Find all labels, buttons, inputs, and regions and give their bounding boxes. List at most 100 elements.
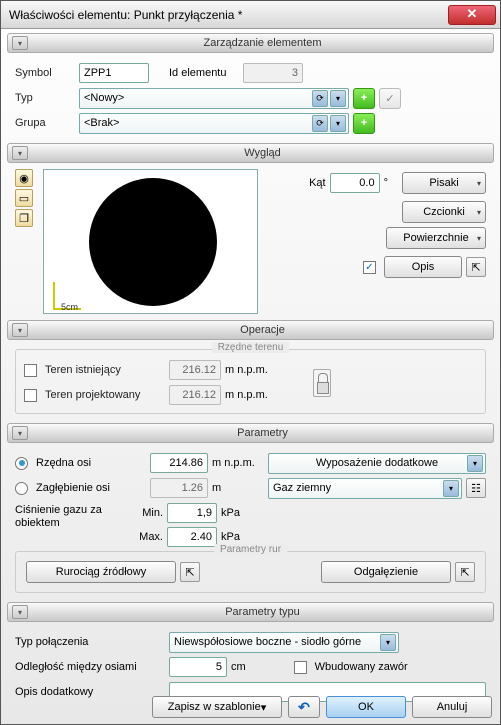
conn-type-value: Niewspółosiowe boczne - siodło górne (174, 636, 361, 648)
section-title-ops: Operacje (32, 324, 493, 336)
pressure-unit: kPa (221, 507, 240, 519)
axis-dist-input[interactable] (169, 657, 227, 677)
group-label: Grupa (15, 117, 75, 129)
collapse-icon[interactable]: ▾ (12, 146, 28, 160)
pipes-legend: Parametry rur (214, 544, 287, 555)
equipment-value: Wyposażenie dodatkowe (273, 457, 481, 469)
lock-icon[interactable] (313, 369, 331, 397)
desc-button[interactable]: Opis (384, 256, 462, 278)
id-label: Id elementu (169, 67, 239, 79)
add-type-button[interactable]: + (353, 88, 375, 109)
terrain-legend: Rzędne terenu (212, 342, 290, 353)
section-params-header[interactable]: ▾ Parametry (7, 423, 494, 443)
preview-panel: 5cm (43, 169, 258, 314)
desc-ext-icon[interactable]: ⇱ (466, 257, 486, 277)
existing-terrain-value (169, 360, 221, 380)
group-value: <Brak> (84, 117, 119, 129)
builtin-valve-checkbox[interactable] (294, 661, 307, 674)
add-group-button[interactable]: + (353, 113, 375, 134)
existing-terrain-label: Teren istniejący (45, 364, 165, 376)
pressure-label: Ciśnienie gazu za obiektem (15, 502, 127, 530)
section-title-params: Parametry (32, 427, 493, 439)
section-ops-header[interactable]: ▾ Operacje (7, 320, 494, 340)
axis-depth-unit: m (212, 482, 264, 494)
desc-checkbox[interactable] (363, 261, 376, 274)
cancel-button[interactable]: Anuluj (412, 696, 492, 718)
pens-button[interactable]: Pisaki▾ (402, 172, 486, 194)
collapse-icon[interactable]: ▾ (12, 36, 28, 50)
axis-ordinate-input[interactable] (150, 453, 208, 473)
dropdown-icon[interactable]: ▾ (467, 455, 483, 472)
axis-depth-input (150, 478, 208, 498)
type-combo[interactable]: <Nowy> ⟳ ▾ (79, 88, 349, 109)
terrain-unit: m n.p.m. (225, 364, 268, 376)
angle-input[interactable] (330, 173, 380, 193)
refresh-icon[interactable]: ⟳ (312, 115, 328, 132)
gas-combo[interactable]: Gaz ziemny ▾ (268, 478, 462, 499)
designed-terrain-checkbox[interactable] (24, 389, 37, 402)
scale-label: 5cm (61, 302, 78, 312)
gas-value: Gaz ziemny (273, 482, 331, 494)
titlebar: Właściwości elementu: Punkt przyłączenia… (1, 1, 500, 29)
id-input (243, 63, 303, 83)
conn-type-label: Typ połączenia (15, 636, 165, 648)
axis-ordinate-radio[interactable] (15, 457, 28, 470)
dropdown-icon[interactable]: ▾ (443, 480, 459, 497)
axis-depth-radio[interactable] (15, 482, 28, 495)
dropdown-icon[interactable]: ▾ (380, 634, 396, 651)
section-type-params-header[interactable]: ▾ Parametry typu (7, 602, 494, 622)
undo-icon: ↶ (298, 699, 310, 716)
dropdown-icon[interactable]: ▾ (330, 90, 346, 107)
collapse-icon[interactable]: ▾ (12, 323, 28, 337)
fonts-button[interactable]: Czcionki▾ (402, 201, 486, 223)
dropdown-icon[interactable]: ▾ (330, 115, 346, 132)
pressure-unit2: kPa (221, 531, 240, 543)
symbol-label: Symbol (15, 67, 75, 79)
surfaces-button[interactable]: Powierzchnie▾ (386, 227, 486, 249)
gas-ext-icon[interactable]: ☷ (466, 478, 486, 498)
axis-ordinate-label: Rzędna osi (36, 457, 146, 469)
collapse-icon[interactable]: ▾ (12, 426, 28, 440)
axis-depth-label: Zagłębienie osi (36, 482, 146, 494)
angle-label: Kąt (309, 177, 326, 189)
ok-button[interactable]: OK (326, 696, 406, 718)
section-look-header[interactable]: ▾ Wygląd (7, 143, 494, 163)
type-value: <Nowy> (84, 92, 124, 104)
designed-terrain-value (169, 385, 221, 405)
section-title-type-params: Parametry typu (32, 606, 493, 618)
axis-dist-unit: cm (231, 661, 246, 673)
equipment-combo[interactable]: Wyposażenie dodatkowe ▾ (268, 453, 486, 474)
section-title-look: Wygląd (32, 147, 493, 159)
preview-shape (89, 178, 217, 306)
undo-button[interactable]: ↶ (288, 696, 320, 718)
confirm-type-button[interactable]: ✓ (379, 88, 401, 109)
builtin-valve-label: Wbudowany zawór (315, 661, 408, 673)
existing-terrain-checkbox[interactable] (24, 364, 37, 377)
group-combo[interactable]: <Brak> ⟳ ▾ (79, 113, 349, 134)
camera-icon[interactable]: ◉ (15, 169, 33, 187)
min-input[interactable] (167, 503, 217, 523)
branch-button[interactable]: Odgałęzienie (321, 561, 451, 583)
designed-terrain-label: Teren projektowany (45, 389, 165, 401)
save-template-button[interactable]: Zapisz w szablonie ▾ (152, 696, 282, 718)
source-pipe-ext-icon[interactable]: ⇱ (180, 562, 200, 582)
folder-icon[interactable]: ▭ (15, 189, 33, 207)
copy-icon[interactable]: ❐ (15, 209, 33, 227)
angle-unit: ° (384, 177, 388, 189)
close-button[interactable]: ✕ (448, 5, 496, 25)
refresh-icon[interactable]: ⟳ (312, 90, 328, 107)
axis-ordinate-unit: m n.p.m. (212, 457, 264, 469)
collapse-icon[interactable]: ▾ (12, 605, 28, 619)
max-input[interactable] (167, 527, 217, 547)
source-pipe-button[interactable]: Rurociąg źródłowy (26, 561, 176, 583)
conn-type-combo[interactable]: Niewspółosiowe boczne - siodło górne ▾ (169, 632, 399, 653)
section-title-management: Zarządzanie elementem (32, 37, 493, 49)
max-label: Max. (131, 531, 163, 543)
type-label: Typ (15, 92, 75, 104)
dropdown-icon[interactable]: ▾ (261, 701, 267, 714)
section-management-header[interactable]: ▾ Zarządzanie elementem (7, 33, 494, 53)
window-title: Właściwości elementu: Punkt przyłączenia… (5, 8, 448, 22)
branch-ext-icon[interactable]: ⇱ (455, 562, 475, 582)
symbol-input[interactable] (79, 63, 149, 83)
min-label: Min. (131, 507, 163, 519)
